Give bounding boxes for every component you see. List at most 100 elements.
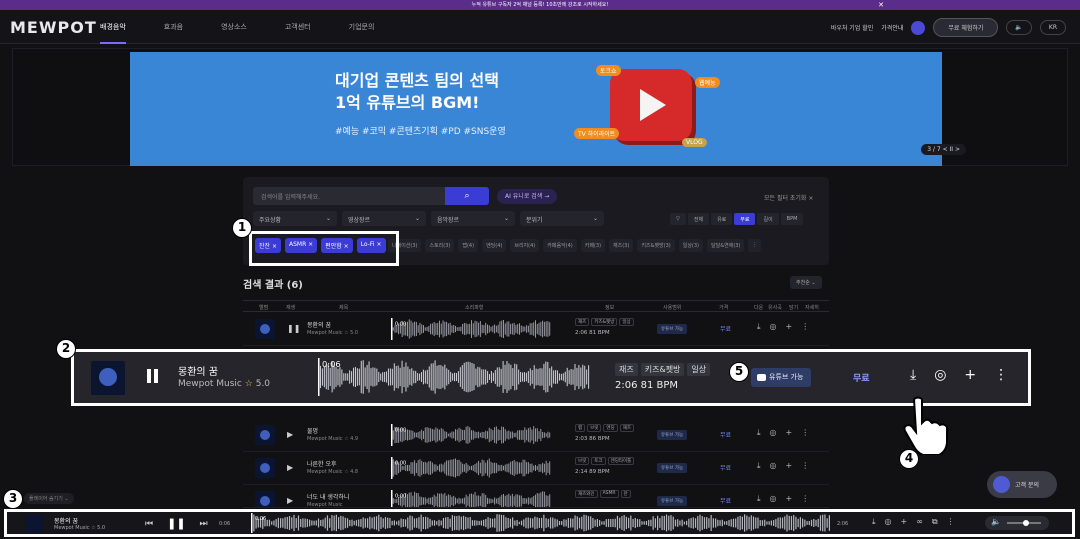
support-chat-button[interactable]: 고객 문의: [987, 471, 1057, 498]
track-title[interactable]: 너도 내 생각하니: [307, 492, 349, 501]
volume-knob[interactable]: [1022, 520, 1029, 526]
pause-icon[interactable]: [147, 369, 159, 383]
genre-chip[interactable]: 브리지(4): [510, 239, 540, 252]
play-icon[interactable]: ▶: [287, 496, 293, 505]
similar-icon[interactable]: ◎: [770, 494, 777, 504]
table-row[interactable]: ▶ 나른한 오후 Mewpot Music ☆ 4.8 0:00 브릿 토크 엔딩타…: [243, 453, 829, 485]
seg-free[interactable]: 무료: [734, 213, 756, 225]
more-icon[interactable]: ⋮: [748, 239, 762, 252]
svg-text:0:00: 0:00: [395, 461, 406, 467]
waveform[interactable]: 0:00: [391, 424, 551, 446]
table-row[interactable]: ❚❚ 몽환의 꿈 Mewpot Music ☆ 5.0 0:00 재즈 키즈&펫방…: [243, 314, 829, 346]
track-title[interactable]: 물멍: [307, 426, 318, 435]
track-title[interactable]: 몽환의 꿈: [178, 363, 218, 378]
filter-icon[interactable]: ▽: [670, 213, 686, 225]
waveform[interactable]: 0:00: [391, 457, 551, 479]
dropdown-video-genre[interactable]: 영상장르 ⌄: [342, 211, 426, 226]
more-icon[interactable]: ⋮: [994, 367, 1008, 383]
highlighted-track-row[interactable]: 몽환의 꿈 Mewpot Music ☆ 5.0 0:06 재즈 키즈&펫방 일상 …: [71, 349, 1031, 406]
volume-control[interactable]: 🔈: [985, 516, 1049, 530]
sort-select[interactable]: 추천순 ⌄: [790, 276, 822, 289]
more-icon[interactable]: ⋮: [801, 494, 809, 504]
dropdown-music-genre[interactable]: 음악장르 ⌄: [431, 211, 515, 226]
download-icon[interactable]: ⤓: [757, 494, 761, 504]
genre-chip[interactable]: 엔딩(4): [482, 239, 507, 252]
avatar[interactable]: [911, 20, 926, 35]
track-title[interactable]: 나른한 오후: [307, 459, 337, 468]
banner-pager[interactable]: 3 / 7 < II >: [921, 144, 966, 155]
nav-link-sfx[interactable]: 효과음: [164, 22, 183, 32]
hide-player-toggle[interactable]: 플레이어 숨기기 ⌄: [24, 493, 74, 504]
waveform-large[interactable]: 0:06: [318, 358, 590, 396]
more-icon[interactable]: ⋮: [801, 461, 809, 471]
waveform[interactable]: 0:00: [391, 318, 551, 340]
similar-icon[interactable]: ◎: [885, 517, 892, 527]
promo-banner[interactable]: 대기업 콘텐츠 팀의 선택 1억 유튜브의 BGM! #예능 #코믹 #콘텐츠기…: [130, 52, 942, 166]
similar-icon[interactable]: ◎: [934, 367, 946, 383]
nav-link-support[interactable]: 고객센터: [285, 22, 311, 32]
more-icon[interactable]: ⋮: [801, 322, 809, 332]
biz-discount-link[interactable]: 바우처 기업 할인: [831, 23, 873, 32]
reset-filters-link[interactable]: 모든 필터 초기화 ×: [764, 193, 813, 202]
download-icon[interactable]: ⤓: [757, 428, 761, 438]
track-title[interactable]: 몽환의 꿈: [307, 320, 331, 329]
close-icon[interactable]: ✕: [878, 0, 884, 10]
nav-link-business[interactable]: 기업문의: [349, 22, 375, 32]
add-icon[interactable]: +: [786, 428, 793, 438]
youtube-ok-button[interactable]: 유튜브 가능: [751, 368, 812, 387]
genre-chip[interactable]: 스토리(3): [425, 239, 455, 252]
dropdown-situation[interactable]: 주요상황 ⌄: [253, 211, 337, 226]
genre-chip[interactable]: 키즈&펫방(3): [637, 239, 675, 252]
more-icon[interactable]: ⋮: [947, 517, 955, 527]
similar-icon[interactable]: ◎: [770, 428, 777, 438]
genre-chip[interactable]: 랩(4): [458, 239, 479, 252]
seg-bpm[interactable]: BPM: [780, 213, 804, 225]
nav-link-video[interactable]: 영상소스: [221, 22, 247, 32]
similar-icon[interactable]: ◎: [770, 461, 777, 471]
pricing-link[interactable]: 가격안내: [881, 23, 903, 32]
search-input[interactable]: 검색어를 입력해주세요.: [253, 187, 445, 205]
pause-icon[interactable]: ❚❚: [167, 517, 185, 530]
genre-chip[interactable]: 일상(3): [678, 239, 704, 252]
notice-text: 누적 유튜브 구독자 2억 채널 등록! 10초만에 강조로 시작하세요!: [471, 2, 609, 8]
genre-chip[interactable]: 달달&연애(3): [707, 239, 745, 252]
copy-icon[interactable]: ⧉: [932, 517, 938, 527]
play-icon[interactable]: ▶: [287, 463, 293, 472]
dropdown-mood[interactable]: 분위기 ⌄: [520, 211, 604, 226]
volume-icon[interactable]: 🔈: [1006, 20, 1032, 35]
table-row[interactable]: ▶ 너도 내 생각하니 Mewpot Music 0:00 재즈와인 ASMR 잔 …: [243, 486, 829, 508]
genre-chip[interactable]: 카페음악(4): [543, 239, 577, 252]
free-trial-button[interactable]: 무료 체험하기: [933, 18, 999, 37]
download-icon[interactable]: ⤓: [872, 517, 876, 527]
player-title[interactable]: 몽환의 꿈: [54, 516, 78, 525]
table-row[interactable]: ▶ 물멍 Mewpot Music ☆ 4.9 0:00 랩 브릿 엔딩 재즈 2:0…: [243, 420, 829, 452]
volume-icon[interactable]: 🔈: [991, 517, 1001, 526]
more-icon[interactable]: ⋮: [801, 428, 809, 438]
previous-icon[interactable]: ⏮: [145, 519, 153, 529]
link-icon[interactable]: ∞: [916, 517, 923, 527]
genre-chip[interactable]: 카페(3): [580, 239, 606, 252]
mewpot-logo[interactable]: MEWPOT: [10, 18, 97, 37]
nav-link-bgm[interactable]: 배경음악: [100, 22, 126, 44]
search-button[interactable]: ⌕: [445, 187, 489, 205]
seg-paid[interactable]: 유료: [711, 213, 733, 225]
seg-all[interactable]: 전체: [687, 213, 710, 225]
add-icon[interactable]: +: [786, 322, 793, 332]
pause-icon[interactable]: ❚❚: [287, 324, 300, 333]
seg-length[interactable]: 길이: [757, 213, 779, 225]
play-icon[interactable]: ▶: [287, 430, 293, 439]
waveform[interactable]: 0:00: [391, 490, 551, 508]
add-icon[interactable]: +: [786, 494, 793, 504]
player-waveform[interactable]: 0:06: [251, 513, 831, 533]
next-icon[interactable]: ⏭: [200, 519, 208, 529]
similar-icon[interactable]: ◎: [770, 322, 777, 332]
add-icon[interactable]: +: [964, 367, 976, 383]
download-icon[interactable]: ⤓: [757, 322, 761, 332]
download-icon[interactable]: ⤓: [910, 367, 916, 383]
ai-search-button[interactable]: AI 유니로 검색 →: [497, 189, 558, 204]
download-icon[interactable]: ⤓: [757, 461, 761, 471]
language-select[interactable]: KR: [1039, 20, 1066, 35]
add-icon[interactable]: +: [786, 461, 793, 471]
add-icon[interactable]: +: [901, 517, 908, 527]
genre-chip[interactable]: 재즈(3): [609, 239, 634, 252]
